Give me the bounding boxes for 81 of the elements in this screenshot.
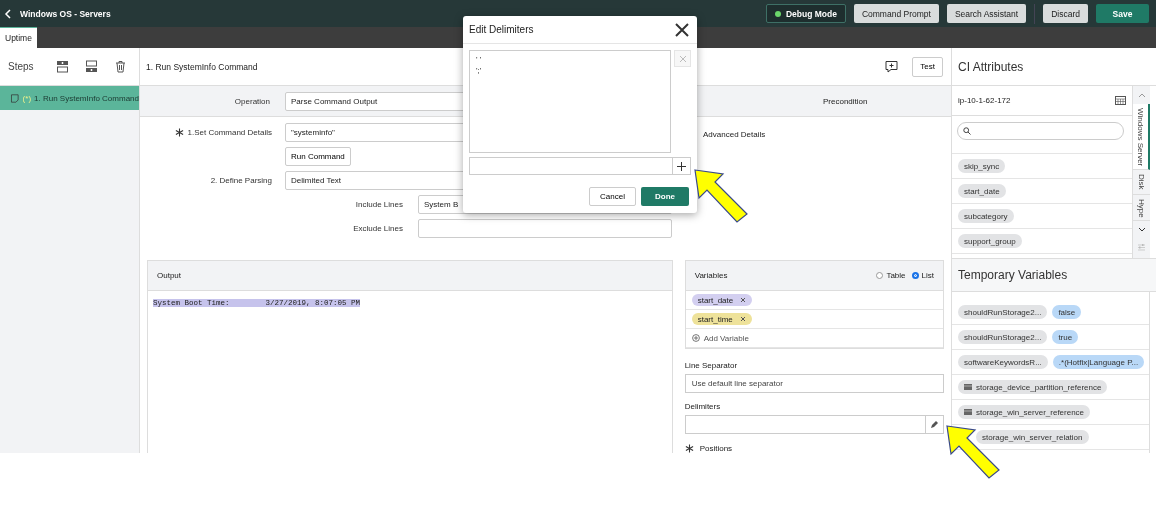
field-label: Delimiters (684, 402, 722, 411)
view-radio[interactable]: Table (876, 271, 906, 280)
delimiters-field[interactable] (684, 415, 925, 434)
close-icon (678, 54, 687, 63)
insert-above-icon[interactable] (55, 60, 69, 73)
done-button[interactable]: Done (641, 187, 689, 206)
remove-icon[interactable] (740, 297, 747, 303)
variable-tag[interactable]: shouldRunStorage2... (958, 305, 1048, 319)
value-tag: true (1052, 330, 1079, 344)
view-radio[interactable]: List (911, 271, 934, 280)
plus-icon (677, 161, 687, 171)
panel-title: Temporary Variables (952, 259, 1156, 292)
remove-icon[interactable] (739, 316, 746, 322)
change-marker: (*) (22, 93, 32, 103)
dialog-title: Edit Delimiters (469, 24, 534, 35)
panel-title: CI Attributes (952, 48, 1156, 86)
step-title: 1. Run SystemInfo Command (146, 61, 258, 72)
calculator-icon[interactable] (1115, 96, 1126, 105)
panel-title: Variables (694, 271, 728, 280)
variable-tag[interactable]: storage_win_server_relation (976, 430, 1089, 444)
field-label: Operation (233, 96, 270, 106)
variable-tag[interactable]: shouldRunStorage2... (958, 330, 1048, 344)
delimiter-input[interactable] (469, 157, 674, 175)
add-comment-icon[interactable] (885, 60, 899, 73)
field-label: 1.Set Command Details (187, 128, 272, 137)
toolbar-button[interactable]: Save (1096, 4, 1149, 23)
variable-tag[interactable]: softwareKeywordsR... (958, 355, 1048, 369)
line-separator-field[interactable]: Use default line separator (684, 374, 944, 393)
close-icon (673, 20, 691, 39)
trash-icon[interactable] (113, 60, 127, 73)
table-icon (964, 384, 972, 390)
note-icon (10, 91, 20, 105)
reference-tag[interactable]: storage_win_server_reference (958, 405, 1091, 419)
attribute-tag[interactable]: support_group (958, 234, 1022, 248)
section-label: Precondition (822, 96, 868, 106)
tab[interactable]: Uptime (0, 27, 37, 48)
field-label: Line Separator (684, 361, 739, 370)
side-tab[interactable]: Hype (1133, 194, 1150, 221)
steps-title: Steps (8, 61, 34, 72)
cancel-button[interactable]: Cancel (589, 187, 636, 206)
exclude-lines-field[interactable] (418, 219, 672, 238)
back-icon[interactable] (4, 8, 12, 19)
attribute-tag[interactable]: start_date (958, 184, 1006, 198)
debug-mode-button[interactable]: Debug Mode (765, 4, 846, 23)
toolbar-button[interactable]: Command Prompt (853, 4, 939, 23)
page-title: Windows OS - Servers (20, 8, 111, 19)
add-variable-link[interactable]: Add Variable (691, 333, 749, 343)
search-icon (963, 127, 971, 135)
reference-tag[interactable]: storage_device_partition_reference (958, 380, 1108, 394)
pointer-arrow (693, 168, 749, 224)
run-command-button[interactable]: Run Command (285, 147, 351, 166)
section-label: Advanced Details (703, 130, 766, 139)
toolbar-button[interactable]: Search Assistant (946, 4, 1027, 23)
variable-tag[interactable]: start_date (691, 294, 753, 306)
delimiter-list[interactable]: ' ' ';' (469, 50, 672, 153)
pencil-icon (930, 420, 939, 429)
value-tag: .*(Hotfix|Language P... (1052, 355, 1145, 369)
attribute-tag[interactable]: subcategory (958, 209, 1014, 223)
ci-name: ip-10-1-62-172 (958, 96, 1011, 105)
add-button[interactable] (673, 157, 691, 175)
variable-tag[interactable]: start_time (691, 313, 752, 325)
test-button[interactable]: Test (912, 56, 943, 77)
close-button[interactable] (673, 20, 691, 39)
step-item[interactable]: (*) 1. Run SystemInfo Command (0, 86, 139, 110)
side-tab[interactable]: Disk (1133, 170, 1150, 195)
toolbar-button[interactable]: Discard (1043, 4, 1088, 23)
field-label: Positions (699, 444, 733, 453)
field-label: Exclude Lines (353, 224, 403, 233)
delimiter-entry: ' ' (476, 55, 483, 64)
insert-below-icon[interactable] (84, 60, 98, 73)
panel-title: Output (148, 261, 672, 291)
table-icon (964, 409, 972, 415)
edit-button[interactable] (925, 415, 944, 434)
add-circle-icon (691, 334, 700, 342)
step-label: 1. Run SystemInfo Command (34, 93, 139, 103)
field-label: Include Lines (355, 200, 403, 209)
field-label: 2. Define Parsing (210, 176, 272, 185)
value-tag: false (1052, 305, 1082, 319)
attribute-tag[interactable]: skip_sync (958, 159, 1006, 173)
side-tab[interactable]: Windows Server (1133, 104, 1150, 170)
delimiter-entry: ';' (476, 66, 483, 75)
